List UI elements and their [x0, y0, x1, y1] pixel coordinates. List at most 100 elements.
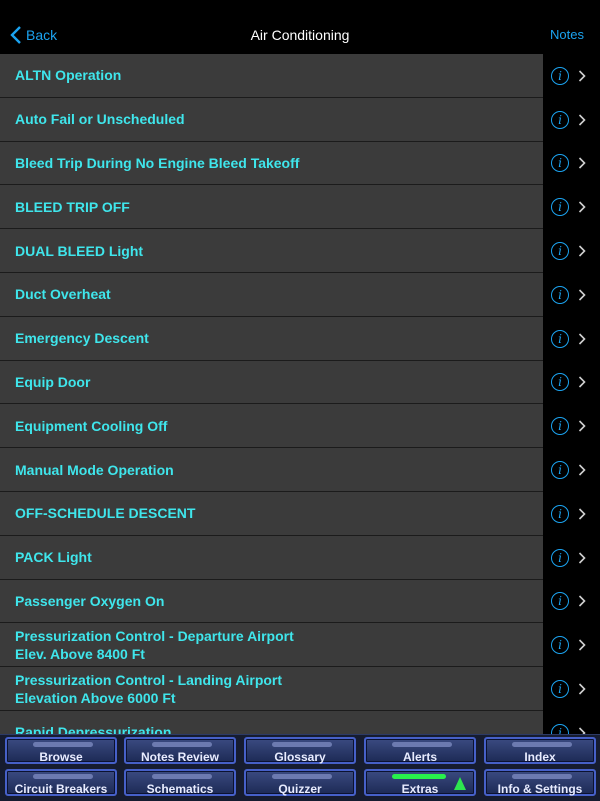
info-icon[interactable]: i [551, 110, 569, 129]
list-item[interactable]: Manual Mode Operation i [0, 448, 600, 492]
list-item[interactable]: ALTN Operation i [0, 54, 600, 98]
list-item[interactable]: Auto Fail or Unscheduled i [0, 97, 600, 142]
list-item-body[interactable]: Emergency Descent [0, 316, 543, 361]
info-icon[interactable]: i [551, 198, 569, 217]
list-item[interactable]: Equipment Cooling Off i [0, 404, 600, 449]
chevron-right-icon [578, 508, 586, 520]
info-icon[interactable]: i [551, 680, 569, 699]
info-icon[interactable]: i [551, 461, 569, 480]
info-icon[interactable]: i [551, 592, 569, 611]
info-icon[interactable]: i [551, 242, 569, 261]
list-item-body[interactable]: ALTN Operation [0, 54, 543, 98]
chevron-right-icon [578, 420, 586, 432]
list-item-label: ALTN Operation [15, 67, 122, 84]
list-item-label: DUAL BLEED Light [15, 242, 144, 259]
list-item-label: Emergency Descent [15, 330, 149, 347]
toolbar-button-extras[interactable]: Extras [364, 769, 476, 796]
list-item-accessory: i [543, 316, 600, 361]
info-icon[interactable]: i [551, 504, 569, 523]
toolbar-button-info-settings[interactable]: Info & Settings [484, 769, 596, 796]
list-item-accessory: i [543, 667, 600, 711]
toolbar-button-label: Circuit Breakers [14, 782, 108, 796]
active-indicator [392, 774, 446, 779]
list-item[interactable]: Duct Overheat i [0, 273, 600, 317]
toolbar-button-label: Browse [39, 750, 83, 764]
list-item-label: OFF-SCHEDULE DESCENT [15, 505, 196, 522]
list-item-body[interactable]: Auto Fail or Unscheduled [0, 97, 543, 142]
list-item-body[interactable]: BLEED TRIP OFF [0, 185, 543, 230]
list-item-accessory: i [543, 360, 600, 405]
list-item-label: Equip Door [15, 373, 91, 390]
toolbar-button-alerts[interactable]: Alerts [364, 737, 476, 764]
list-item-body[interactable]: PACK Light [0, 535, 543, 580]
toolbar-button-label: Alerts [402, 750, 437, 764]
button-highlight [272, 742, 332, 747]
button-highlight [152, 774, 212, 779]
list-item-body[interactable]: Equipment Cooling Off [0, 404, 543, 449]
notes-button[interactable]: Notes [550, 27, 584, 42]
list-item-body[interactable]: Passenger Oxygen On [0, 579, 543, 624]
toolbar-button-label: Notes Review [140, 750, 220, 764]
info-icon[interactable]: i [551, 329, 569, 348]
list-item-label: BLEED TRIP OFF [15, 198, 130, 215]
list-item[interactable]: PACK Light i [0, 535, 600, 580]
list-item[interactable]: Passenger Oxygen On i [0, 579, 600, 624]
info-icon[interactable]: i [551, 723, 569, 734]
toolbar-button-glossary[interactable]: Glossary [244, 737, 356, 764]
toolbar-button-circuit-breakers[interactable]: Circuit Breakers [5, 769, 117, 796]
info-icon[interactable]: i [551, 636, 569, 655]
button-highlight [392, 742, 452, 747]
list-item[interactable]: BLEED TRIP OFF i [0, 185, 600, 230]
info-icon[interactable]: i [551, 373, 569, 392]
list-item[interactable]: Pressurization Control - Landing Airport… [0, 667, 600, 711]
list-item-body[interactable]: Duct Overheat [0, 273, 543, 317]
list-item-label: Bleed Trip During No Engine Bleed Takeof… [15, 154, 300, 171]
info-icon[interactable]: i [551, 548, 569, 567]
button-highlight [33, 742, 93, 747]
list-item[interactable]: DUAL BLEED Light i [0, 229, 600, 273]
list-item-accessory: i [543, 711, 600, 734]
list-item-body[interactable]: Pressurization Control - Landing Airport… [0, 667, 543, 711]
chevron-right-icon [578, 464, 586, 476]
button-highlight [33, 774, 93, 779]
toolbar-button-label: Info & Settings [497, 782, 583, 796]
button-highlight [272, 774, 332, 779]
up-triangle-icon [454, 777, 466, 790]
toolbar-button-browse[interactable]: Browse [5, 737, 117, 764]
chevron-right-icon [578, 245, 586, 257]
list-item-body[interactable]: Equip Door [0, 360, 543, 405]
list-item-accessory: i [543, 141, 600, 186]
page-title: Air Conditioning [250, 27, 350, 43]
toolbar-button-quizzer[interactable]: Quizzer [244, 769, 356, 796]
button-highlight [152, 742, 212, 747]
list-item-body[interactable]: DUAL BLEED Light [0, 229, 543, 273]
chevron-right-icon [578, 639, 586, 651]
list-item[interactable]: Equip Door i [0, 360, 600, 405]
list-item-label: Pressurization Control - Landing Airport… [15, 671, 283, 706]
toolbar-button-schematics[interactable]: Schematics [124, 769, 236, 796]
button-highlight [512, 774, 572, 779]
info-icon[interactable]: i [551, 417, 569, 436]
list-item-body[interactable]: Manual Mode Operation [0, 448, 543, 492]
info-icon[interactable]: i [551, 154, 569, 173]
list-item[interactable]: Pressurization Control - Departure Airpo… [0, 623, 600, 668]
list-item-label: Passenger Oxygen On [15, 592, 165, 609]
chevron-right-icon [578, 333, 586, 345]
toolbar-button-notes-review[interactable]: Notes Review [124, 737, 236, 764]
list-item-accessory: i [543, 404, 600, 449]
list-item[interactable]: OFF-SCHEDULE DESCENT i [0, 492, 600, 536]
info-icon[interactable]: i [551, 66, 569, 85]
toolbar-button-label: Quizzer [278, 782, 322, 796]
list-item[interactable]: Rapid Depressurization i [0, 711, 600, 734]
list-item-body[interactable]: OFF-SCHEDULE DESCENT [0, 492, 543, 536]
chevron-right-icon [578, 201, 586, 213]
toolbar-button-index[interactable]: Index [484, 737, 596, 764]
info-icon[interactable]: i [551, 285, 569, 304]
list-item-body[interactable]: Rapid Depressurization [0, 711, 543, 734]
list-item-body[interactable]: Bleed Trip During No Engine Bleed Takeof… [0, 141, 543, 186]
list-item[interactable]: Emergency Descent i [0, 316, 600, 361]
list-item[interactable]: Bleed Trip During No Engine Bleed Takeof… [0, 141, 600, 186]
list-item-label: Duct Overheat [15, 286, 111, 303]
chevron-right-icon [578, 683, 586, 695]
list-item-body[interactable]: Pressurization Control - Departure Airpo… [0, 623, 543, 668]
